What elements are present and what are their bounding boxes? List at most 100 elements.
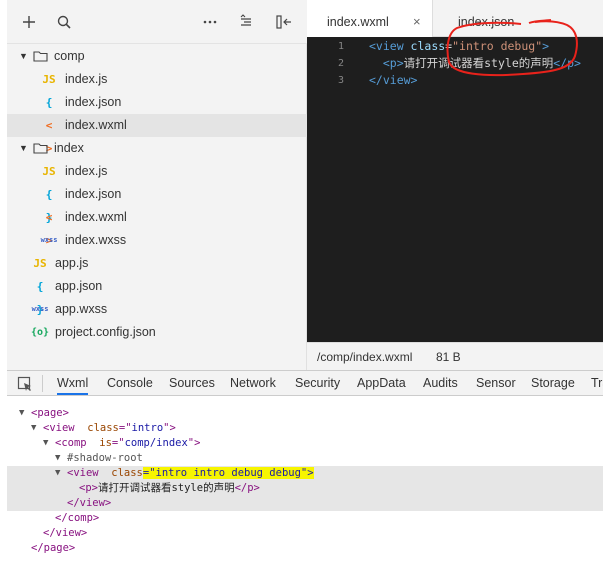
dom-token: </view> [43,527,88,539]
file-label: index.json [65,187,122,201]
dom-token: #shadow-root [67,452,143,464]
tab-label: index.wxml [327,15,389,29]
chevron-down-icon[interactable]: ▼ [19,45,29,68]
dom-node[interactable]: ▼ <page> [7,406,603,421]
line-number: 3 [337,75,344,86]
file-app-js[interactable]: JS app.js [7,252,307,275]
folder-label: comp [54,49,85,63]
tab-storage[interactable]: Storage [531,371,575,395]
expand-triangle-icon[interactable]: ▼ [55,451,60,466]
sort-icon[interactable] [239,11,255,33]
file-path: /comp/index.wxml [317,350,413,364]
file-index-js[interactable]: JS index.js [7,160,307,183]
code-token: <view [369,39,411,53]
dom-token: ="intro intro debug debug"> [142,467,314,479]
dom-node[interactable]: </view> [7,526,603,541]
dom-node-text: <page> [31,406,69,421]
code-token: 请打开调试器看style的声明 [403,56,554,70]
file-index-wxss[interactable]: wxss index.wxss [7,229,307,252]
dom-token: "> [163,422,176,434]
dom-node[interactable]: ▼ <view class="intro intro debug debug"> [7,466,603,481]
file-index-json[interactable]: { }index.json [7,91,307,132]
inspect-element-icon[interactable] [17,376,33,392]
code-token: class [410,39,446,53]
folder-comp[interactable]: ▼ comp [7,45,307,68]
file-app-json[interactable]: { } app.json [7,275,307,316]
tab-sources[interactable]: Sources [169,371,215,395]
code-area[interactable]: 1 <view class="intro debug"> 2 <p>请打开调试器看s… [307,37,603,342]
dom-node-text: </comp> [55,511,99,526]
collapse-icon[interactable] [275,11,293,33]
divider [42,375,43,392]
dom-token: </page> [31,542,76,554]
code-line[interactable]: 2 <p>请打开调试器看style的声明</p> [307,55,603,72]
tab-wxml[interactable]: Wxml [57,371,89,395]
line-number: 2 [337,58,344,69]
tab-label: index.json [458,15,515,29]
tab-appdata[interactable]: AppData [357,371,406,395]
expand-triangle-icon[interactable]: ▼ [43,436,48,451]
dom-token: "> [187,437,201,449]
code-token: "intro debug" [452,39,543,53]
dom-node[interactable]: </view> [7,496,603,511]
file-index-wxml[interactable]: < > index.wxml [7,114,307,155]
file-label: app.wxss [55,302,108,316]
tab-sensor[interactable]: Sensor [476,371,516,395]
dom-node-text: </view> [43,526,87,541]
folder-index[interactable]: ▼ index [7,137,307,160]
code-editor: index.wxml × index.json 1 <view class="in… [307,0,603,370]
file-label: index.wxss [65,233,127,247]
dom-token: 请打开调试器看style的声明 [97,482,235,494]
chevron-down-icon[interactable]: ▼ [19,137,29,160]
folder-icon [33,51,48,62]
tab-index-wxml[interactable]: index.wxml × [307,0,433,37]
tab-console[interactable]: Console [107,371,153,395]
file-project-config-json[interactable]: {o} project.config.json [7,321,307,344]
wxss-file-icon: wxss [40,236,58,244]
dom-token: <view [67,467,105,479]
file-label: app.js [55,256,89,270]
dom-token: <page> [31,407,69,419]
code-text: <view class="intro debug"> [369,38,549,55]
code-token: > [542,39,550,53]
ellipsis-icon[interactable] [202,11,218,33]
tab-trace[interactable]: Trace [591,371,603,395]
code-token: <p> [369,56,404,70]
dom-node-text: <view class="intro"> [43,421,176,436]
file-index-wxml[interactable]: < > index.wxml [7,206,307,247]
file-index-json[interactable]: { }index.json [7,183,307,224]
tab-network[interactable]: Network [230,371,276,395]
file-tree: ▼compJSindex.js{ }index.json< >index.wxm… [7,45,307,344]
search-icon[interactable] [56,11,72,33]
expand-triangle-icon[interactable]: ▼ [31,421,36,436]
tab-security[interactable]: Security [295,371,340,395]
dom-node-text: </view> [67,496,111,511]
folder-label: index [54,141,84,155]
explorer-toolbar [7,0,307,44]
dom-token: =" [111,437,125,449]
dom-node[interactable]: ▼ #shadow-root [7,451,603,466]
file-app-wxss[interactable]: wxss app.wxss [7,298,307,321]
tab-index-json[interactable]: index.json [438,0,558,37]
code-token: </view> [369,73,418,87]
dom-node[interactable]: <p>请打开调试器看style的声明</p> [7,481,603,496]
devtools-tabbar: Wxml Console Sources Network Security AppData… [7,370,603,396]
plus-icon[interactable] [21,11,37,33]
code-line[interactable]: 1 <view class="intro debug"> [307,38,603,55]
dom-node[interactable]: </comp> [7,511,603,526]
code-text: <p>请打开调试器看style的声明</p> [369,55,581,72]
dom-node-text: <view class="intro intro debug debug"> [67,466,314,481]
code-line[interactable]: 3 </view> [307,72,603,89]
js-file-icon: JS [42,165,56,178]
dom-node[interactable]: ▼ <view class="intro"> [7,421,603,436]
expand-triangle-icon[interactable]: ▼ [19,406,24,421]
expand-triangle-icon[interactable]: ▼ [55,466,60,481]
dom-node[interactable]: ▼ <comp is="comp/index"> [7,436,603,451]
dom-node[interactable]: </page> [7,541,603,556]
code-token: </p> [553,56,581,70]
tab-audits[interactable]: Audits [423,371,458,395]
status-bar: /comp/index.wxml 81 B [307,342,603,370]
dom-token: </view> [67,497,112,509]
file-index-js[interactable]: JS index.js [7,68,307,91]
dom-token: </p> [234,482,260,494]
